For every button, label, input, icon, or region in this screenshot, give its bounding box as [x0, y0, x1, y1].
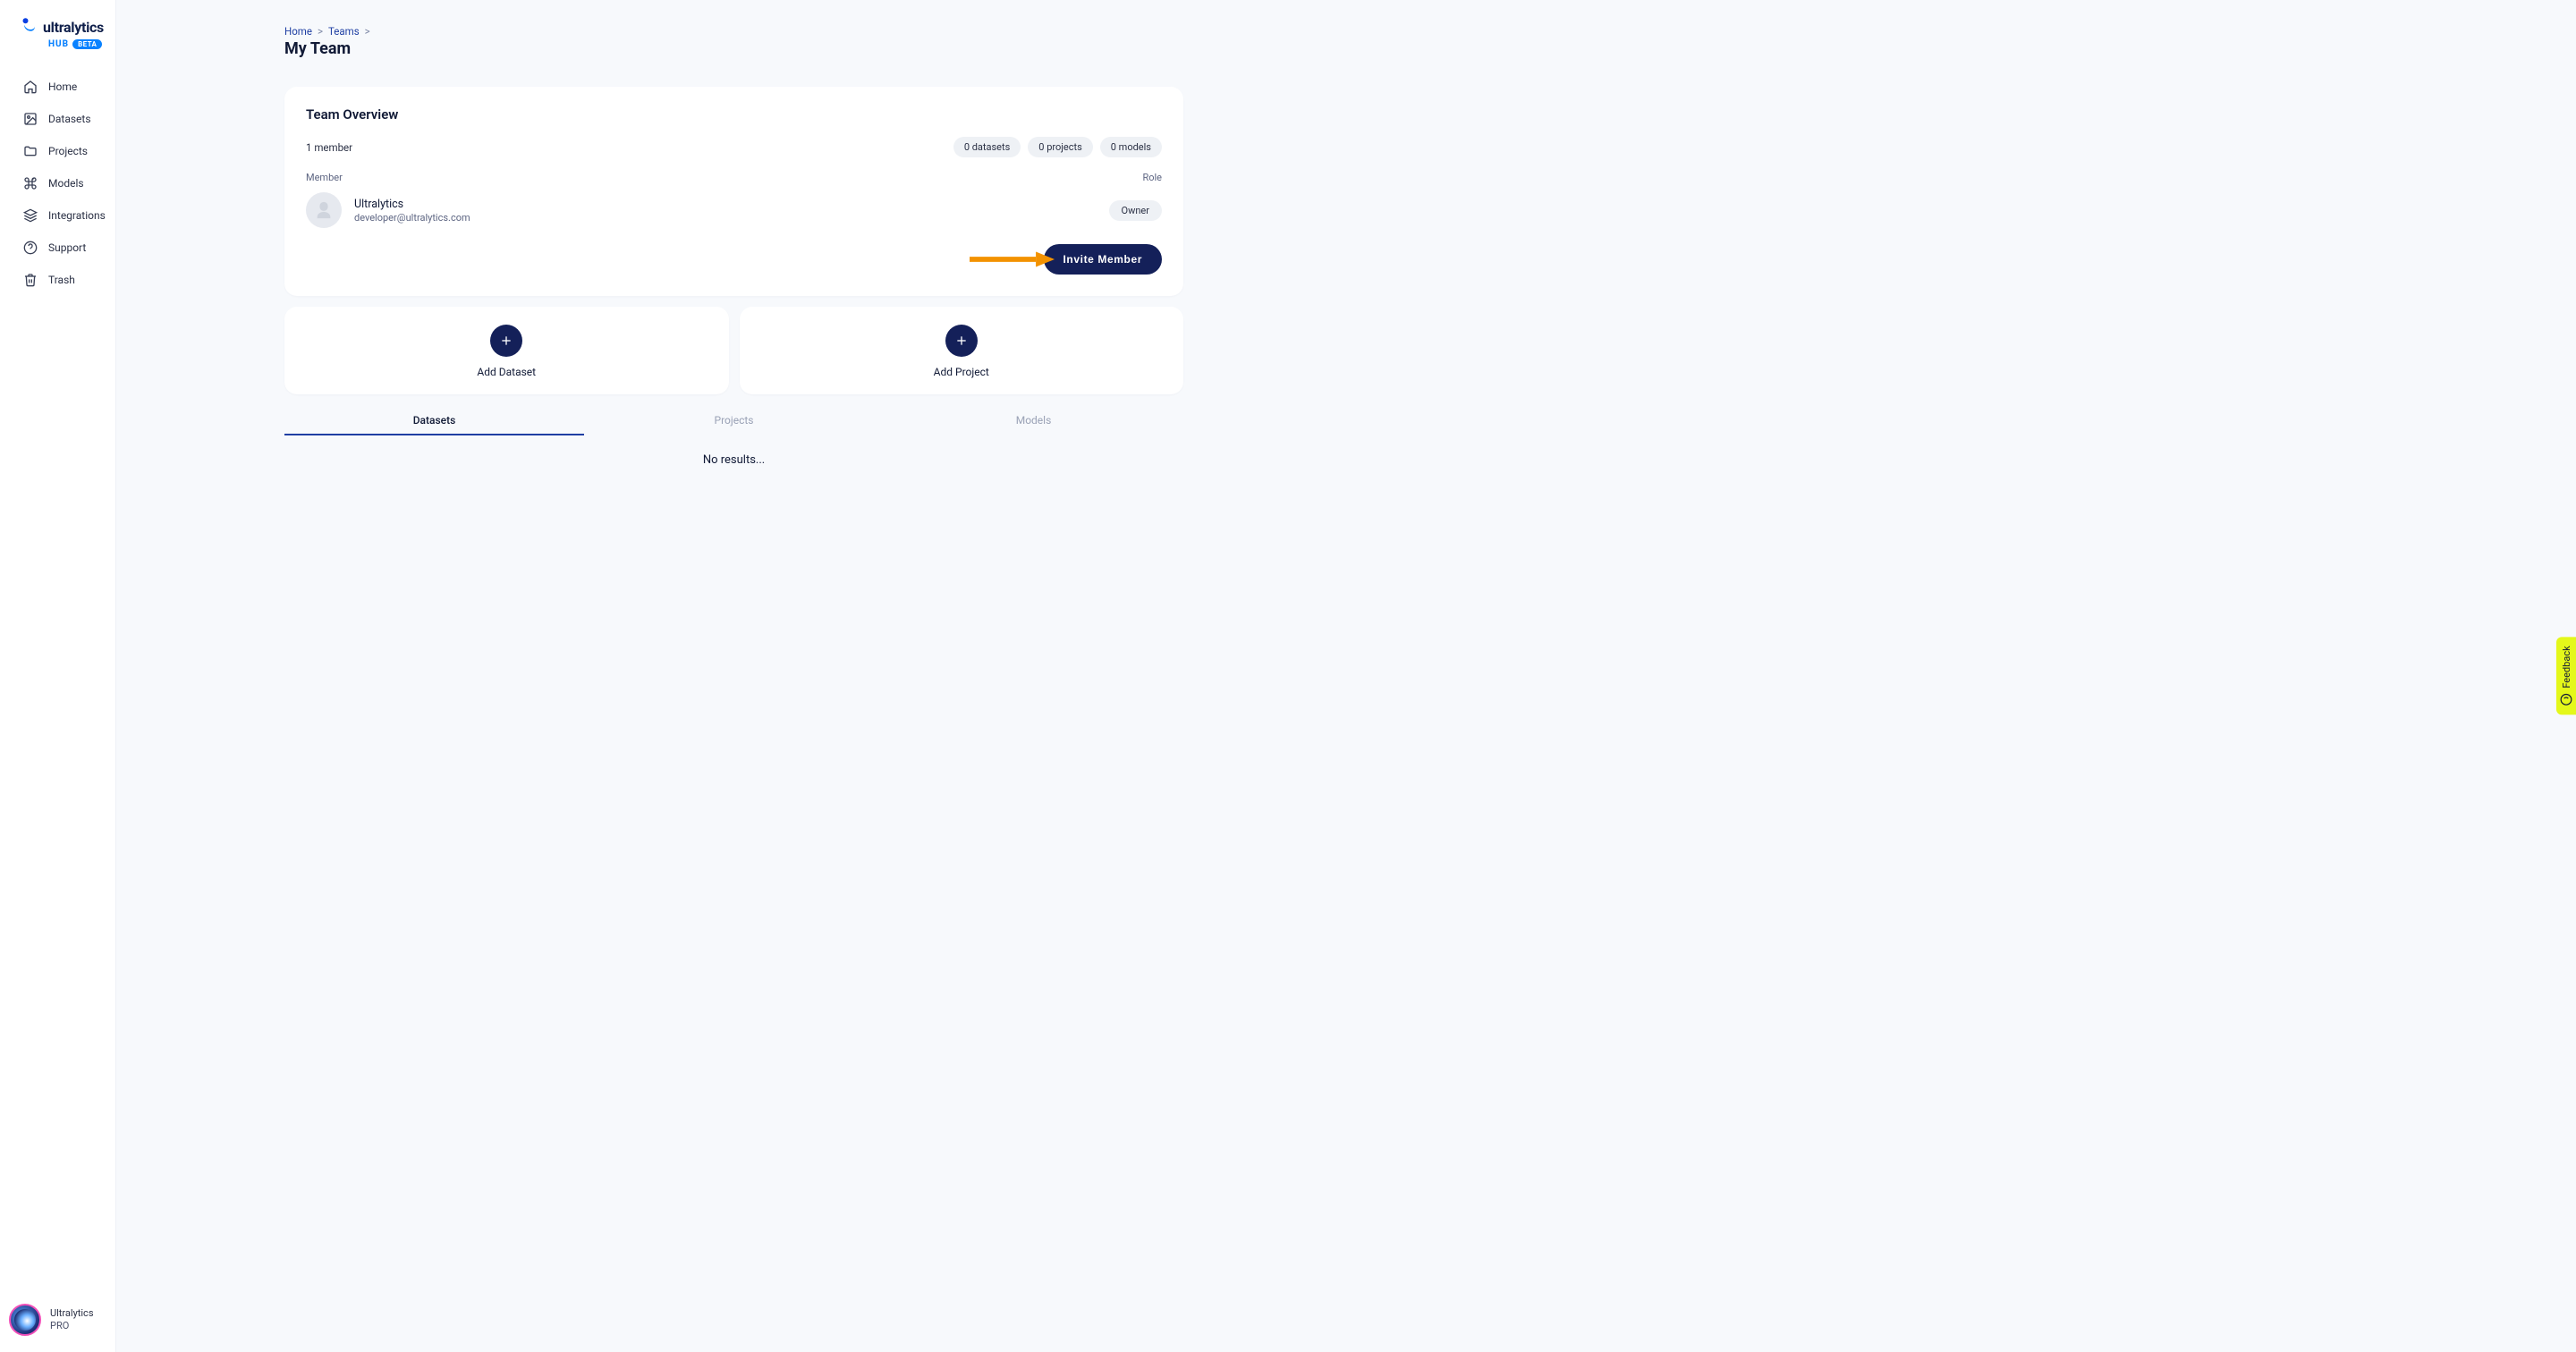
member-name: Ultralytics: [354, 198, 470, 211]
sidebar-item-support[interactable]: Support: [0, 232, 115, 264]
add-dataset-label: Add Dataset: [477, 366, 536, 378]
col-role: Role: [1142, 172, 1162, 183]
team-overview-card: Team Overview 1 member 0 datasets 0 proj…: [284, 87, 1183, 296]
sidebar-item-home[interactable]: Home: [0, 71, 115, 103]
stats-pills: 0 datasets 0 projects 0 models: [953, 137, 1162, 157]
brand-name: ultralytics: [43, 19, 104, 36]
brand-sub: HUB: [48, 39, 69, 49]
page-title: My Team: [284, 39, 1183, 58]
sidebar-item-integrations[interactable]: Integrations: [0, 199, 115, 232]
sidebar-item-label: Projects: [48, 145, 88, 157]
stat-datasets: 0 datasets: [953, 137, 1021, 157]
sidebar-item-label: Integrations: [48, 209, 106, 222]
tab-datasets[interactable]: Datasets: [284, 405, 584, 435]
sidebar-item-label: Trash: [48, 274, 75, 286]
stat-models: 0 models: [1100, 137, 1162, 157]
user-name: Ultralytics: [50, 1307, 94, 1320]
sidebar: ultralytics HUB BETA Home Datasets Proje…: [0, 0, 116, 1352]
add-project-label: Add Project: [934, 366, 989, 378]
overview-heading: Team Overview: [306, 106, 1162, 123]
chevron-right-icon: >: [365, 25, 370, 38]
main-content: Home > Teams > My Team Team Overview 1 m…: [116, 0, 2576, 1352]
user-avatar-icon: [9, 1304, 41, 1336]
tab-projects[interactable]: Projects: [584, 405, 884, 435]
empty-state: No results...: [284, 453, 1183, 467]
sidebar-item-trash[interactable]: Trash: [0, 264, 115, 296]
table-row: Ultralytics developer@ultralytics.com Ow…: [306, 192, 1162, 228]
col-member: Member: [306, 172, 343, 183]
folder-icon: [23, 144, 38, 158]
command-icon: [23, 176, 38, 190]
add-cards-row: Add Dataset Add Project: [284, 307, 1183, 394]
stat-projects: 0 projects: [1028, 137, 1092, 157]
members-table-head: Member Role: [306, 172, 1162, 183]
sidebar-item-models[interactable]: Models: [0, 167, 115, 199]
breadcrumb-teams[interactable]: Teams: [328, 25, 360, 38]
member-avatar-icon: [306, 192, 342, 228]
sidebar-nav: Home Datasets Projects Models Integratio…: [0, 63, 115, 296]
member-email: developer@ultralytics.com: [354, 212, 470, 224]
sidebar-item-label: Home: [48, 80, 77, 93]
feedback-label: Feedback: [2561, 646, 2572, 688]
tab-models[interactable]: Models: [884, 405, 1183, 435]
feedback-button[interactable]: Feedback: [2556, 637, 2576, 714]
smile-icon: [2560, 694, 2572, 706]
brand-logo[interactable]: ultralytics HUB BETA: [0, 13, 115, 63]
image-icon: [23, 112, 38, 126]
sidebar-item-label: Support: [48, 241, 86, 254]
sidebar-item-projects[interactable]: Projects: [0, 135, 115, 167]
breadcrumb: Home > Teams >: [284, 25, 1183, 38]
help-icon: [23, 241, 38, 255]
layers-icon: [23, 208, 38, 223]
logo-mark-icon: [21, 16, 38, 38]
add-dataset-card[interactable]: Add Dataset: [284, 307, 729, 394]
trash-icon: [23, 273, 38, 287]
add-project-card[interactable]: Add Project: [740, 307, 1184, 394]
content-tabs: Datasets Projects Models: [284, 405, 1183, 435]
sidebar-item-label: Datasets: [48, 113, 91, 125]
user-plan: PRO: [50, 1320, 94, 1332]
home-icon: [23, 80, 38, 94]
role-badge: Owner: [1109, 200, 1162, 221]
plus-icon: [490, 325, 522, 357]
sidebar-item-datasets[interactable]: Datasets: [0, 103, 115, 135]
annotation-arrow-icon: [970, 251, 1055, 267]
sidebar-item-label: Models: [48, 177, 84, 190]
chevron-right-icon: >: [318, 25, 323, 38]
member-count: 1 member: [306, 141, 352, 154]
plus-icon: [945, 325, 978, 357]
sidebar-user[interactable]: Ultralytics PRO: [0, 1289, 115, 1352]
invite-member-button[interactable]: Invite Member: [1044, 244, 1163, 275]
beta-badge: BETA: [72, 39, 102, 49]
breadcrumb-home[interactable]: Home: [284, 25, 312, 38]
